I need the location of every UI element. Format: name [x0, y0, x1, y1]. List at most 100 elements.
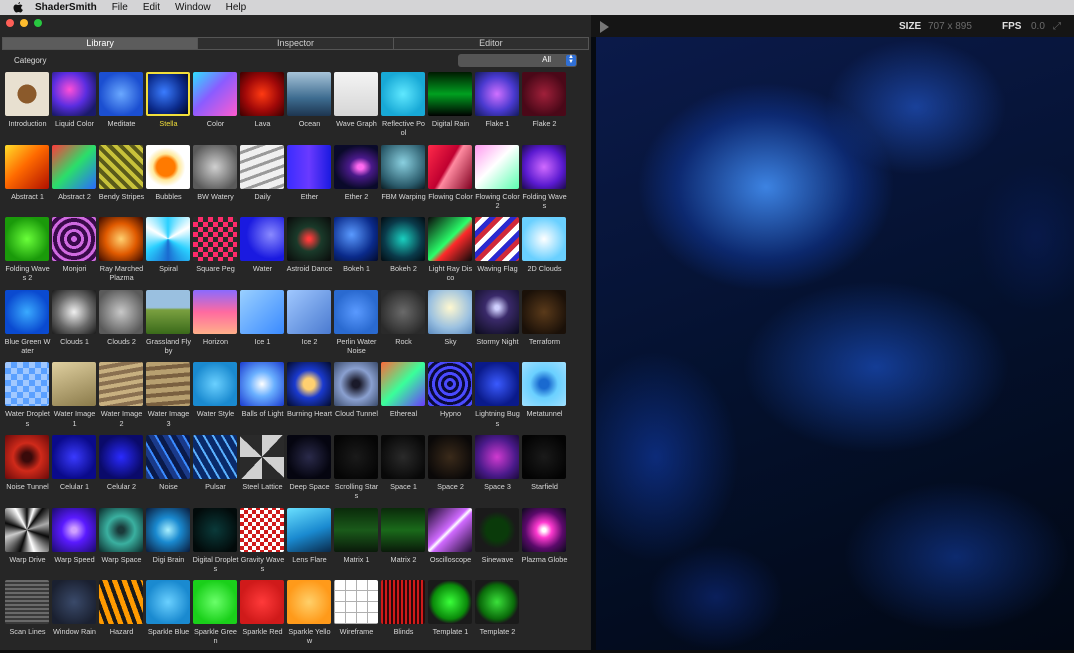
shader-item[interactable]: Bokeh 2 [380, 217, 427, 290]
shader-thumbnail[interactable] [522, 289, 566, 334]
shader-item[interactable]: Celular 2 [98, 434, 145, 508]
shader-thumbnail[interactable] [287, 362, 331, 407]
shader-item[interactable]: Ethereal [380, 362, 427, 435]
tab-editor[interactable]: Editor [394, 38, 588, 49]
shader-item[interactable]: Flowing Col​or [427, 144, 474, 218]
shader-thumbnail[interactable] [475, 434, 519, 479]
shader-thumbnail[interactable] [52, 580, 96, 625]
shader-thumbnail[interactable] [240, 289, 284, 334]
shader-thumbnail[interactable] [522, 434, 566, 479]
shader-item[interactable]: Ether 2 [333, 144, 380, 218]
shader-thumbnail[interactable] [475, 362, 519, 407]
shader-thumbnail[interactable] [522, 217, 566, 262]
shader-item[interactable]: Waving Fla​g [474, 217, 521, 290]
shader-item[interactable]: Warp Spee​d [51, 507, 98, 581]
shader-thumbnail[interactable] [334, 580, 378, 625]
shader-item[interactable]: Lava [239, 72, 286, 145]
shader-thumbnail[interactable] [99, 217, 143, 262]
shader-thumbnail[interactable] [52, 72, 96, 116]
shader-item[interactable]: Pulsar [192, 434, 239, 508]
shader-thumbnail[interactable] [287, 580, 331, 625]
shader-item[interactable]: Bendy Strip​es [98, 144, 145, 218]
menu-help[interactable]: Help [226, 2, 247, 13]
shader-thumbnail[interactable] [99, 507, 143, 552]
shader-item[interactable]: Oscilloscop​e [427, 507, 474, 581]
shader-item[interactable]: Square Peg [192, 217, 239, 290]
shader-item[interactable]: Bubbles [145, 144, 192, 218]
shader-thumbnail[interactable] [193, 507, 237, 552]
shader-item[interactable]: Folding Wa​ves 2 [4, 217, 51, 290]
shader-item[interactable]: Wireframe [333, 580, 380, 653]
shader-item[interactable]: Sky [427, 289, 474, 363]
shader-item[interactable]: Hypno [427, 362, 474, 435]
shader-thumbnail[interactable] [522, 507, 566, 552]
shader-thumbnail[interactable] [428, 507, 472, 552]
shader-thumbnail[interactable] [428, 217, 472, 262]
shader-thumbnail[interactable] [428, 434, 472, 479]
shader-item[interactable]: Horizon [192, 289, 239, 363]
shader-item[interactable]: Flake 2 [521, 72, 568, 145]
shader-thumbnail[interactable] [428, 289, 472, 334]
shader-item[interactable]: Perlin Wate​r Noise [333, 289, 380, 363]
shader-item[interactable]: Matrix 1 [333, 507, 380, 581]
shader-item[interactable]: Steel Lattic​e [239, 434, 286, 508]
shader-thumbnail[interactable] [381, 289, 425, 334]
shader-item[interactable]: Noise [145, 434, 192, 508]
shader-item[interactable]: Flowing Col​or 2 [474, 144, 521, 218]
shader-thumbnail[interactable] [287, 72, 331, 116]
shader-item[interactable]: Terraform [521, 289, 568, 363]
shader-thumbnail[interactable] [193, 434, 237, 479]
shader-item[interactable]: Space 2 [427, 434, 474, 508]
shader-thumbnail[interactable] [5, 434, 49, 479]
shader-item[interactable]: Lens Flare [286, 507, 333, 581]
shader-thumbnail[interactable] [240, 72, 284, 116]
shader-thumbnail[interactable] [146, 434, 190, 479]
shader-thumbnail[interactable] [334, 72, 378, 116]
shader-item[interactable]: Digital Dro​plets [192, 507, 239, 581]
shader-thumbnail[interactable] [5, 217, 49, 262]
shader-item[interactable]: 2D Clouds [521, 217, 568, 290]
shader-thumbnail[interactable] [52, 289, 96, 334]
shader-thumbnail[interactable] [52, 434, 96, 479]
shader-thumbnail[interactable] [240, 144, 284, 189]
fullscreen-icon[interactable]: ⤢ [1053, 21, 1061, 32]
shader-thumbnail[interactable] [287, 507, 331, 552]
shader-item[interactable]: Reflective Pool [380, 72, 427, 145]
shader-thumbnail[interactable] [428, 144, 472, 189]
shader-item[interactable]: Light Ray D​isco [427, 217, 474, 290]
shader-item[interactable]: Water Drop​lets [4, 362, 51, 435]
shader-thumbnail[interactable] [146, 144, 190, 189]
shader-thumbnail[interactable] [381, 434, 425, 479]
shader-item[interactable]: Warp Spac​e [98, 507, 145, 581]
category-select[interactable]: All ▲ ▼ [458, 54, 577, 67]
shader-item[interactable]: Sparkle Re​d [239, 580, 286, 653]
shader-item[interactable]: Wave Grap​h [333, 72, 380, 145]
shader-item[interactable]: Sparkle Yell​ow [286, 580, 333, 653]
shader-item[interactable]: Space 1 [380, 434, 427, 508]
shader-thumbnail[interactable] [287, 434, 331, 479]
shader-item[interactable]: Starfield [521, 434, 568, 508]
shader-item[interactable]: Scan Lines [4, 580, 51, 653]
shader-item[interactable]: Hazard [98, 580, 145, 653]
shader-item[interactable]: Noise Tunn​el [4, 434, 51, 508]
shader-item[interactable]: Celular 1 [51, 434, 98, 508]
shader-item[interactable]: Balls of Lig​ht [239, 362, 286, 435]
shader-thumbnail[interactable] [5, 362, 49, 407]
shader-item[interactable]: Introductio​n [4, 72, 51, 145]
shader-thumbnail[interactable] [5, 507, 49, 552]
shader-thumbnail[interactable] [428, 580, 472, 625]
shader-thumbnail[interactable] [5, 580, 49, 625]
shader-item[interactable]: Daily [239, 144, 286, 218]
shader-thumbnail[interactable] [99, 580, 143, 625]
zoom-button[interactable] [34, 19, 42, 27]
shader-item[interactable]: Space 3 [474, 434, 521, 508]
shader-thumbnail[interactable] [381, 144, 425, 189]
play-icon[interactable] [600, 21, 609, 33]
shader-item[interactable]: Ice 2 [286, 289, 333, 363]
shader-thumbnail[interactable] [99, 72, 143, 116]
shader-thumbnail[interactable] [334, 362, 378, 407]
shader-thumbnail[interactable] [240, 434, 284, 479]
shader-item[interactable]: Ray Marche​d Plazma [98, 217, 145, 290]
shader-thumbnail[interactable] [146, 72, 190, 116]
shader-item[interactable]: Matrix 2 [380, 507, 427, 581]
